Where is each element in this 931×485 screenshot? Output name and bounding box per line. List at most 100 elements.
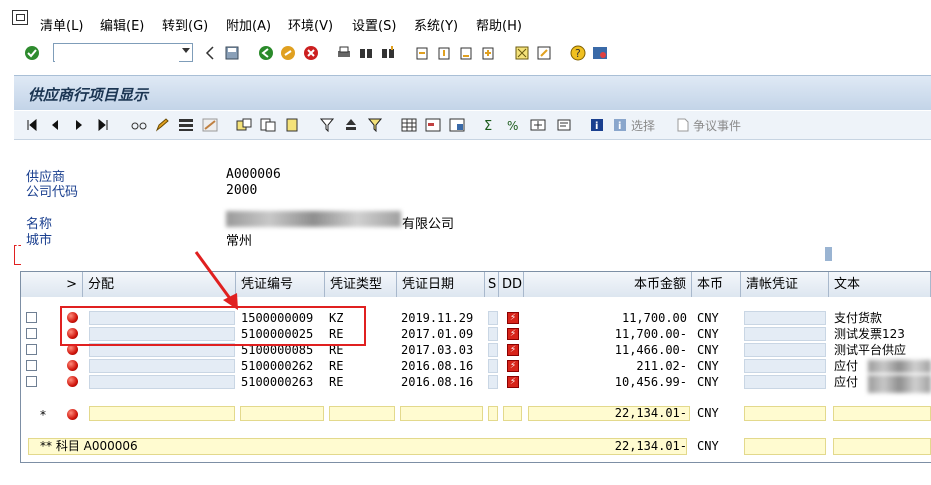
dispute-case-label: 争议事件 xyxy=(693,118,742,133)
subtotals-icon[interactable]: % xyxy=(506,117,522,133)
subtotal-cell xyxy=(833,406,931,421)
row-select-checkbox[interactable] xyxy=(26,344,37,355)
insert-column-icon[interactable] xyxy=(530,117,546,133)
next-page-icon[interactable] xyxy=(457,44,475,62)
col-document-type[interactable]: 凭证类型 xyxy=(325,272,397,297)
redacted-text xyxy=(868,360,931,373)
document-type: RE xyxy=(329,359,344,373)
dispute-case-button[interactable]: 争议事件 xyxy=(676,117,741,133)
focus-marker xyxy=(14,245,21,265)
svg-text:i: i xyxy=(618,121,621,132)
subtotal-icon[interactable] xyxy=(368,117,382,133)
subtotal-cell xyxy=(329,406,395,421)
menu-help[interactable]: 帮助(H) xyxy=(476,15,522,34)
scroll-indicator xyxy=(825,247,832,261)
status-red-light-icon xyxy=(67,376,78,387)
previous-item-icon[interactable] xyxy=(50,117,60,133)
menu-goto[interactable]: 转到(G) xyxy=(162,15,208,34)
col-document-date[interactable]: 凭证日期 xyxy=(397,272,485,297)
layout-grid-icon[interactable] xyxy=(401,117,417,133)
back-icon[interactable] xyxy=(257,44,275,62)
s-cell xyxy=(488,311,498,325)
col-expand[interactable]: > xyxy=(21,272,83,297)
sort-icon[interactable] xyxy=(344,117,358,133)
menu-list[interactable]: 清单(L) xyxy=(40,15,83,34)
document-number[interactable]: 5100000262 xyxy=(241,359,313,374)
clearing-doc-cell xyxy=(744,343,826,357)
command-field[interactable] xyxy=(53,43,193,62)
customize-layout-icon[interactable] xyxy=(591,44,609,62)
display-glasses-icon[interactable] xyxy=(131,117,147,133)
filter-icon[interactable] xyxy=(320,117,334,133)
document-date: 2016.08.16 xyxy=(401,375,474,389)
save-layout-icon[interactable] xyxy=(449,117,465,133)
change-pencil-icon[interactable] xyxy=(155,117,169,133)
subtotal-currency: CNY xyxy=(697,406,719,420)
last-page-icon[interactable] xyxy=(479,44,497,62)
choose-layout-icon[interactable] xyxy=(425,117,441,133)
col-local-amount[interactable]: 本币金额 xyxy=(524,272,692,297)
last-item-icon[interactable] xyxy=(97,117,109,133)
dunning-icon: ⚡ xyxy=(507,312,519,324)
status-red-light-icon xyxy=(67,360,78,371)
item-text: 支付货款 xyxy=(834,311,883,325)
document-date: 2017.01.09 xyxy=(401,327,474,341)
vendor-value: A000006 xyxy=(226,167,281,182)
row-select-checkbox[interactable] xyxy=(26,312,37,323)
chevron-down-icon[interactable] xyxy=(182,48,190,53)
enter-icon[interactable] xyxy=(23,44,41,62)
copy-document-icon[interactable] xyxy=(260,117,276,133)
info-icon[interactable]: i xyxy=(590,117,604,133)
shortcut-icon[interactable] xyxy=(535,44,553,62)
system-menu-icon[interactable] xyxy=(12,10,28,25)
page-title: 供应商行项目显示 xyxy=(28,86,149,104)
help-icon[interactable]: ? xyxy=(569,44,587,62)
exit-icon[interactable] xyxy=(279,44,297,62)
find-next-icon[interactable] xyxy=(379,44,397,62)
menu-system[interactable]: 系统(Y) xyxy=(414,15,458,34)
row-select-checkbox[interactable] xyxy=(26,376,37,387)
local-amount: 211.02- xyxy=(636,359,687,373)
col-local-currency[interactable]: 本币 xyxy=(692,272,741,297)
col-dd[interactable]: DD xyxy=(499,272,524,297)
menu-settings[interactable]: 设置(S) xyxy=(352,15,396,34)
command-input[interactable] xyxy=(55,45,179,62)
menu-extras[interactable]: 附加(A) xyxy=(226,15,271,34)
print-icon[interactable] xyxy=(335,44,353,62)
s-cell xyxy=(488,375,498,389)
export-icon[interactable] xyxy=(556,117,572,133)
col-s[interactable]: S xyxy=(485,272,499,297)
cancel-icon[interactable] xyxy=(302,44,320,62)
menu-bar: 清单(L) 编辑(E) 转到(G) 附加(A) 环境(V) 设置(S) 系统(Y… xyxy=(0,0,931,40)
previous-page-icon[interactable] xyxy=(435,44,453,62)
sum-icon[interactable]: Σ xyxy=(483,117,497,133)
create-session-icon[interactable] xyxy=(513,44,531,62)
find-icon[interactable] xyxy=(357,44,375,62)
local-amount: 10,456.99- xyxy=(614,375,687,389)
document-number[interactable]: 5100000263 xyxy=(241,375,313,390)
notes-icon[interactable] xyxy=(285,117,299,133)
local-amount: 11,700.00- xyxy=(614,327,687,341)
local-currency: CNY xyxy=(697,359,719,373)
menu-environment[interactable]: 环境(V) xyxy=(288,15,333,34)
col-clearing-doc[interactable]: 清帐凭证 xyxy=(741,272,829,297)
total-label: ** 科目 A000006 xyxy=(40,439,138,453)
redacted-text xyxy=(868,375,931,393)
first-item-icon[interactable] xyxy=(26,117,38,133)
document-date: 2019.11.29 xyxy=(401,311,474,325)
menu-edit[interactable]: 编辑(E) xyxy=(100,15,144,34)
select-button[interactable]: i 选择 xyxy=(613,117,655,133)
next-item-icon[interactable] xyxy=(74,117,84,133)
select-all-icon[interactable] xyxy=(178,117,194,133)
chevron-left-icon[interactable] xyxy=(201,44,219,62)
save-icon[interactable] xyxy=(223,44,241,62)
clearing-doc-cell xyxy=(744,311,826,325)
document-overview-icon[interactable] xyxy=(236,117,252,133)
row-select-checkbox[interactable] xyxy=(26,360,37,371)
row-select-checkbox[interactable] xyxy=(26,328,37,339)
assignment-cell xyxy=(89,359,235,373)
clearing-doc-cell xyxy=(744,359,826,373)
col-text[interactable]: 文本 xyxy=(829,272,931,297)
first-page-icon[interactable] xyxy=(413,44,431,62)
deselect-all-icon[interactable] xyxy=(202,117,218,133)
